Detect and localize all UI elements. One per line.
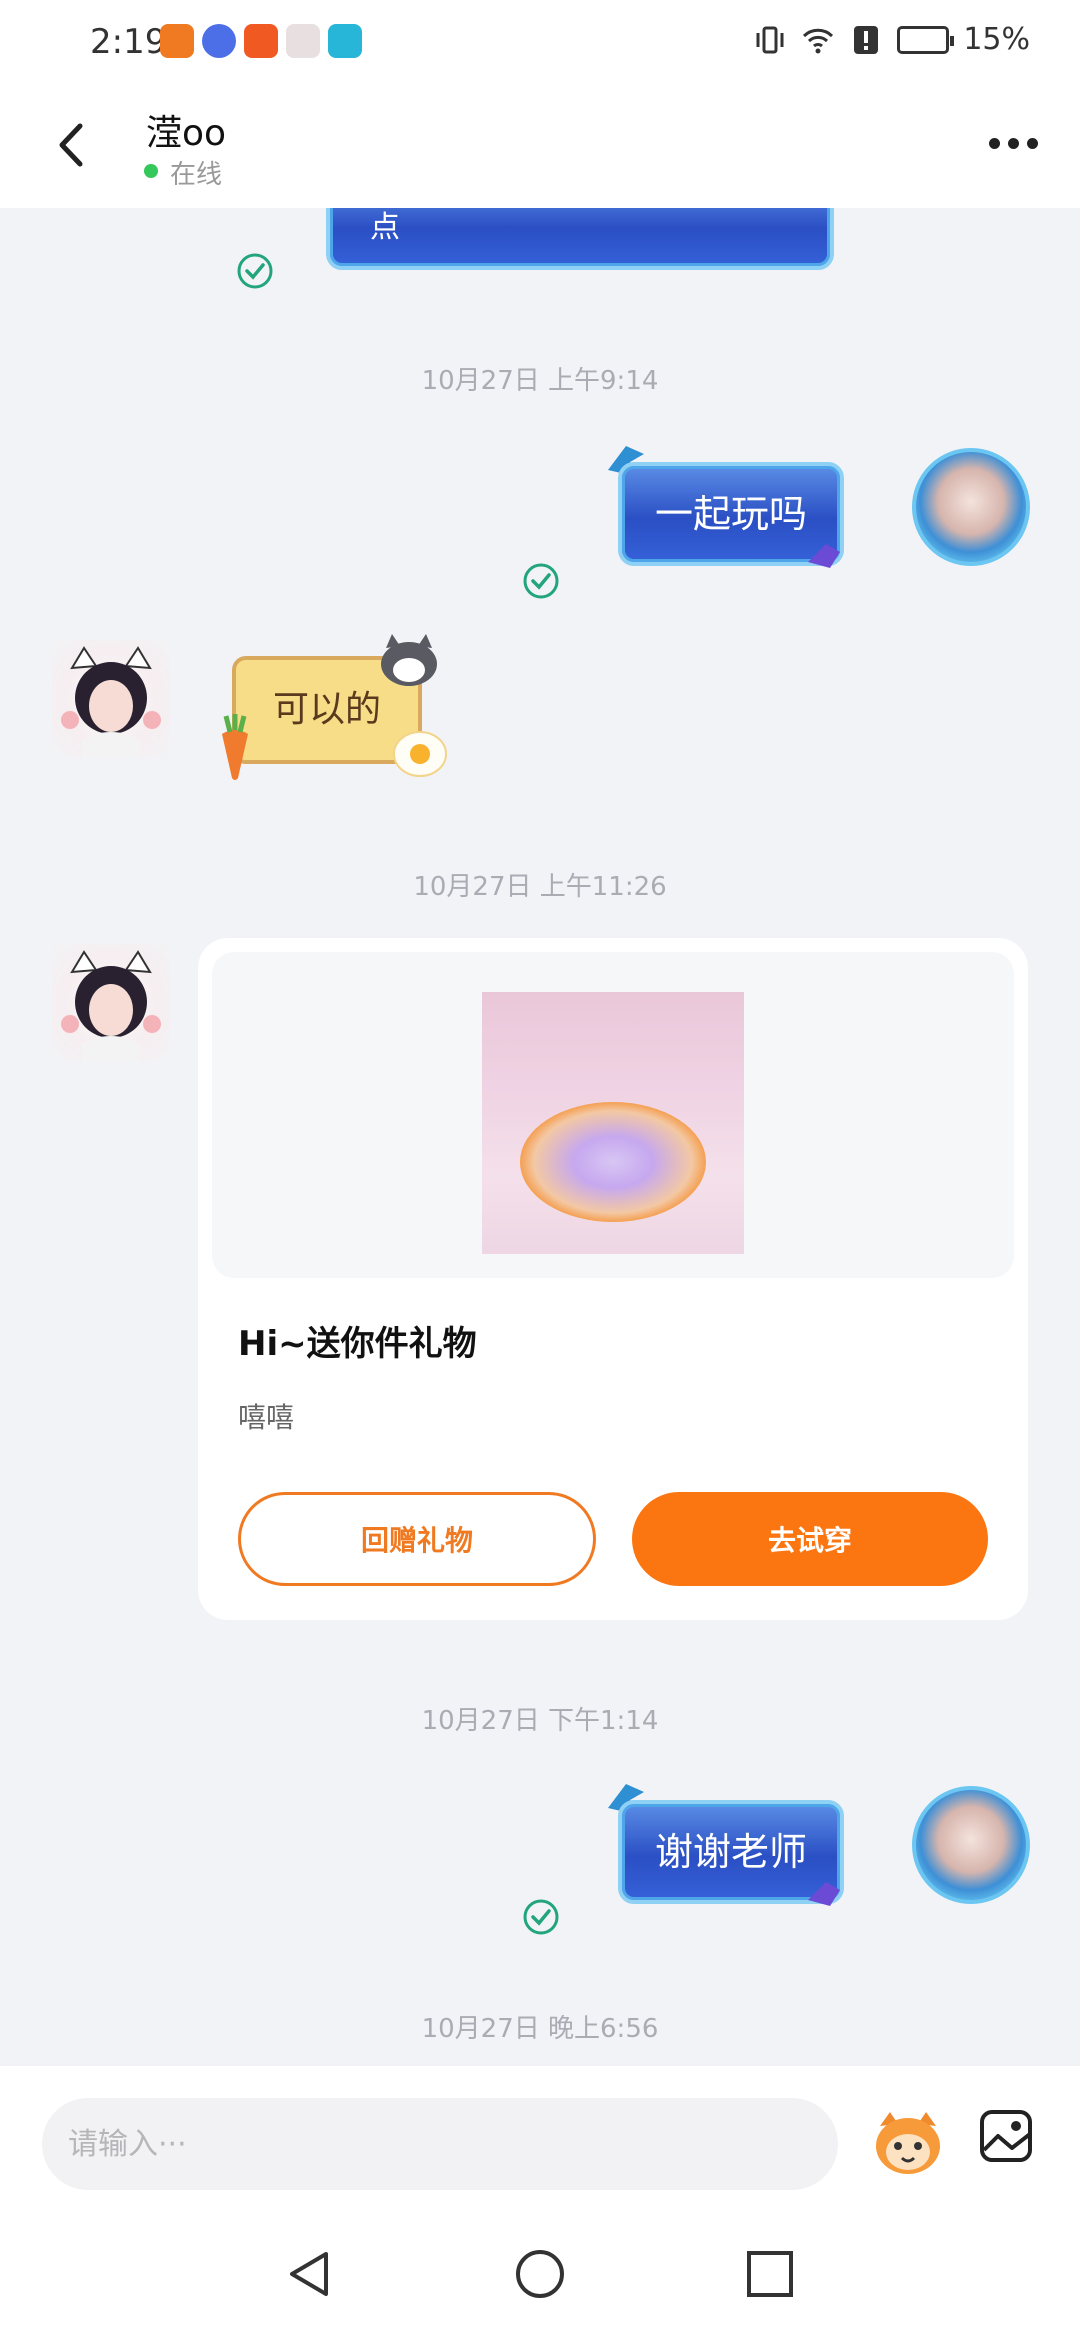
- gift-preview[interactable]: [212, 952, 1014, 1278]
- chat-area[interactable]: 点 10月27日 上午9:14 一起玩吗 可以的 10月27日 上午11:26 …: [0, 208, 1080, 2066]
- nav-home-icon[interactable]: [514, 2248, 566, 2300]
- contact-avatar[interactable]: [52, 640, 170, 758]
- gift-title: Hi~送你件礼物: [238, 1324, 477, 1364]
- message-text: 可以的: [272, 689, 381, 730]
- my-avatar[interactable]: [912, 448, 1030, 566]
- vibrate-icon: [756, 26, 784, 53]
- chat-header: 滢oo 在线: [0, 84, 1080, 208]
- online-indicator: [144, 164, 158, 178]
- wifi-icon: [803, 28, 834, 53]
- nav-back-icon[interactable]: [284, 2248, 336, 2300]
- timestamp: 10月27日 上午9:14: [421, 366, 659, 396]
- battery-percent: 15%: [963, 22, 1030, 57]
- return-gift-button[interactable]: 回赠礼物: [238, 1492, 596, 1586]
- cat-sticker-icon: [381, 634, 437, 686]
- timestamp: 10月27日 下午1:14: [421, 1706, 659, 1736]
- gift-image: [482, 992, 744, 1254]
- try-on-button[interactable]: 去试穿: [632, 1492, 988, 1586]
- input-bar: [0, 2066, 1080, 2196]
- message-text: 点: [370, 210, 400, 245]
- more-options-icon[interactable]: [989, 138, 1038, 149]
- back-arrow-icon[interactable]: [50, 120, 90, 170]
- status-time: 2:19: [90, 22, 167, 62]
- reader-app-icon: [328, 24, 362, 58]
- music-app-icon: [202, 24, 236, 58]
- image-picker-icon[interactable]: [978, 2108, 1034, 2164]
- timestamp: 10月27日 上午11:26: [413, 872, 667, 902]
- timestamp: 10月27日 晚上6:56: [421, 2014, 659, 2044]
- nav-recents-icon[interactable]: [744, 2248, 796, 2300]
- my-avatar[interactable]: [912, 1786, 1030, 1904]
- contact-name[interactable]: 滢oo: [146, 104, 226, 156]
- message-text: 谢谢老师: [654, 1830, 807, 1874]
- status-indicators: 15%: [753, 22, 1030, 57]
- emoji-sticker-icon[interactable]: [870, 2104, 946, 2180]
- magic-circle-graphic: [520, 1102, 706, 1222]
- status-bar: 2:19 15%: [0, 0, 1080, 84]
- alert-icon: [854, 25, 879, 54]
- online-status: 在线: [170, 160, 223, 190]
- sent-message-bubble-partial[interactable]: 点: [326, 208, 834, 270]
- app-notification-icon: [160, 24, 194, 58]
- star-decoration-icon: [808, 1882, 840, 1906]
- gift-subtitle: 嘻嘻: [238, 1401, 295, 1434]
- battery-charging-icon: [897, 25, 955, 54]
- contact-avatar[interactable]: [52, 944, 170, 1062]
- star-decoration-icon: [808, 544, 840, 568]
- egg-decoration-icon: [393, 731, 447, 777]
- kuaishou-app-icon: [244, 24, 278, 58]
- read-check-icon: [523, 563, 559, 599]
- gift-card[interactable]: Hi~送你件礼物 嘻嘻 回赠礼物 去试穿: [198, 938, 1028, 1620]
- message-text: 一起玩吗: [654, 492, 807, 536]
- message-input[interactable]: [42, 2098, 838, 2190]
- read-check-icon: [237, 253, 273, 289]
- system-nav-bar: [0, 2196, 1080, 2340]
- read-check-icon: [523, 1899, 559, 1935]
- shop-app-icon: [286, 24, 320, 58]
- carrot-decoration-icon: [222, 714, 248, 780]
